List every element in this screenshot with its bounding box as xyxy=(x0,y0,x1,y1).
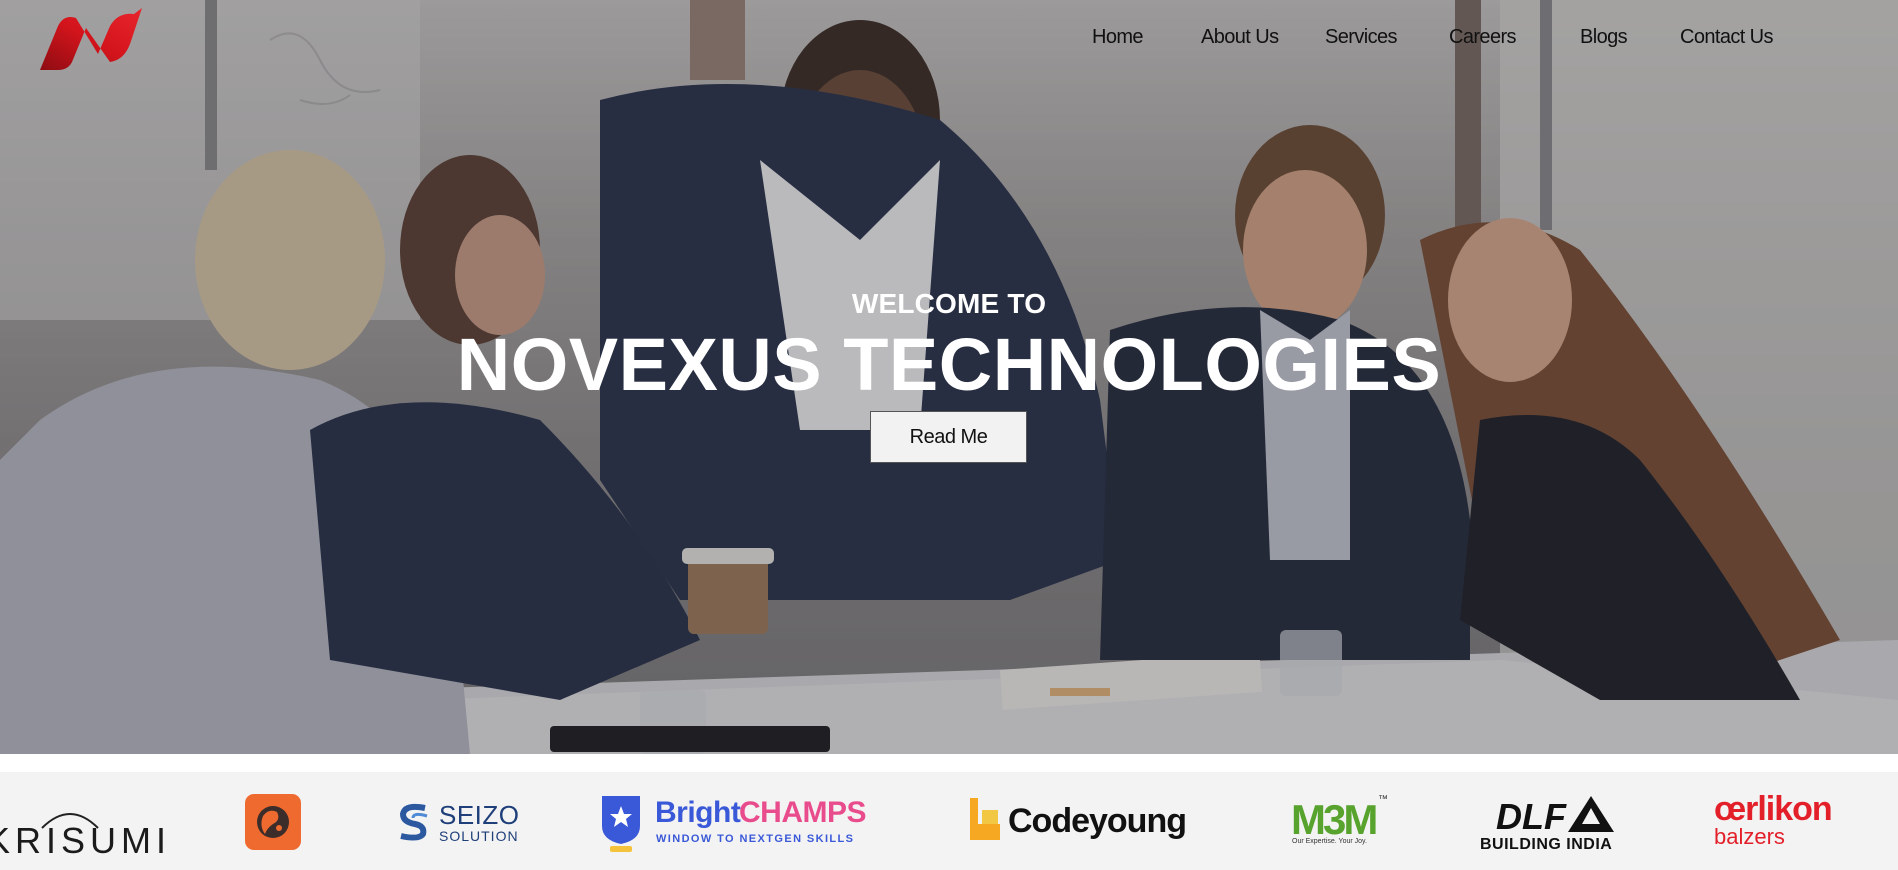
hero-section: Home About Us Services Careers Blogs Con… xyxy=(0,0,1898,754)
codeyoung-mark-icon xyxy=(970,798,1000,840)
m3m-wordmark: M3M xyxy=(1291,796,1378,843)
nav-services[interactable]: Services xyxy=(1325,26,1397,49)
brightchamps-tagline: WINDOW TO NEXTGEN SKILLS xyxy=(656,833,855,845)
dlf-triangle-icon xyxy=(1568,796,1614,832)
dlf-wordmark: DLF xyxy=(1496,796,1566,837)
client-logo-seizo: SEIZO SOLUTION xyxy=(395,800,519,848)
krisumi-wordmark: KRISUMI xyxy=(0,820,172,861)
globe-icon xyxy=(257,806,289,838)
client-logos-strip: KRISUMI SEIZO SOLUTION Bright CHAMPS WIN… xyxy=(0,772,1898,870)
client-logo-krisumi: KRISUMI xyxy=(0,792,166,862)
hero-welcome-text: WELCOME TO xyxy=(851,288,1047,319)
seizo-name: SEIZO xyxy=(439,800,520,830)
client-logo-oerlikon: œrlikon balzers xyxy=(1714,790,1854,850)
brightchamps-bright: Bright xyxy=(655,796,741,829)
brightchamps-champs: CHAMPS xyxy=(739,796,867,829)
nav-blogs[interactable]: Blogs xyxy=(1580,26,1628,49)
codeyoung-wordmark: Codeyoung xyxy=(1008,802,1187,840)
nav-contact-us[interactable]: Contact Us xyxy=(1680,26,1774,49)
seizo-s-icon xyxy=(399,803,428,841)
m3m-tagline: Our Expertise. Your Joy. xyxy=(1292,838,1367,845)
m3m-tm: ™ xyxy=(1378,794,1388,805)
nav-about-us[interactable]: About Us xyxy=(1201,26,1279,49)
client-logo-codeyoung: Codeyoung xyxy=(968,796,1187,848)
main-navigation: Home About Us Services Careers Blogs Con… xyxy=(0,26,1898,52)
client-logo-orange xyxy=(245,794,301,850)
client-logo-m3m: M3M ™ Our Expertise. Your Joy. xyxy=(1290,794,1390,850)
nav-home[interactable]: Home xyxy=(1092,26,1144,49)
client-logo-dlf: DLF BUILDING INDIA xyxy=(1480,792,1620,856)
hero-title: NOVEXUS TECHNOLOGIES xyxy=(456,323,1442,406)
dlf-tagline: BUILDING INDIA xyxy=(1480,836,1613,853)
seizo-subtitle: SOLUTION xyxy=(439,828,519,844)
balzers-wordmark: balzers xyxy=(1714,824,1785,849)
shield-star-icon xyxy=(602,796,640,852)
client-logo-brightchamps: Bright CHAMPS WINDOW TO NEXTGEN SKILLS xyxy=(598,792,868,852)
read-me-button[interactable]: Read Me xyxy=(870,411,1027,463)
nav-careers[interactable]: Careers xyxy=(1449,26,1517,49)
